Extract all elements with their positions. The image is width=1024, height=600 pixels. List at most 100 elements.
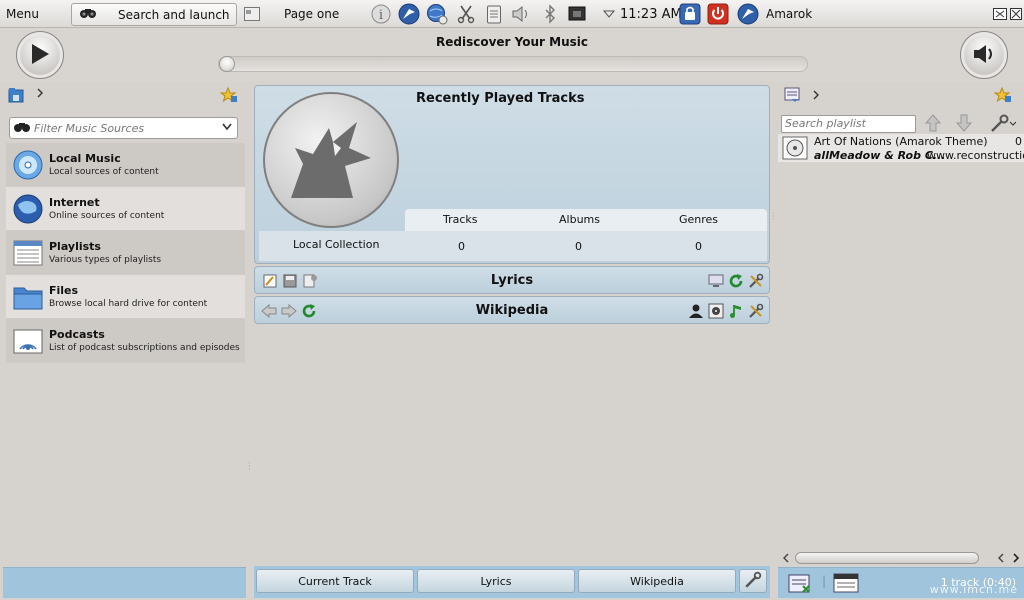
category-internet[interactable]: Internet Online sources of content — [6, 187, 245, 231]
playlist-settings-icon[interactable] — [990, 113, 1017, 136]
right-splitter-handle[interactable]: · · · — [772, 210, 776, 224]
window-menu-icon[interactable] — [1010, 0, 1022, 28]
home-folder-icon[interactable] — [8, 87, 24, 106]
tracks-header: Tracks — [443, 213, 478, 226]
amarok-wolf-logo — [263, 92, 399, 228]
playlist-layout-icon[interactable] — [784, 87, 800, 106]
track-length: 0 — [1015, 135, 1022, 148]
category-description: Online sources of content — [49, 211, 165, 221]
clock[interactable]: 11:23 AM — [620, 0, 682, 28]
seek-slider[interactable] — [218, 56, 808, 72]
album-icon[interactable] — [707, 302, 724, 319]
category-name: Podcasts — [49, 328, 105, 341]
context-tab-bar: Current Track Lyrics Wikipedia — [254, 566, 770, 598]
scroll-left-icon[interactable] — [782, 552, 790, 567]
network-globe-icon[interactable] — [426, 3, 448, 25]
search-launch-button[interactable]: Search and launch — [71, 3, 237, 26]
playlist-save-icon[interactable] — [788, 572, 812, 597]
context-view: Recently Played Tracks Tracks Albums Gen… — [254, 84, 770, 598]
playlist-track-row[interactable]: Art Of Nations (Amarok Theme) 0 allMeado… — [778, 134, 1024, 162]
lyrics-title: Lyrics — [490, 273, 534, 288]
folder-icon — [12, 281, 44, 313]
refresh-icon[interactable] — [727, 272, 744, 289]
category-local-music[interactable]: Local Music Local sources of content — [6, 143, 245, 187]
playlist-pane: Search playlist Art Of Nations (Amarok T… — [778, 84, 1024, 598]
collection-stats-header: Tracks Albums Genres — [405, 209, 767, 231]
category-files[interactable]: Files Browse local hard drive for conten… — [6, 275, 245, 319]
search-launch-label: Search and launch — [118, 7, 230, 22]
browser-breadcrumb — [3, 84, 246, 106]
bookmark-star-icon[interactable] — [993, 86, 1012, 106]
track-title: Art Of Nations (Amarok Theme) — [814, 135, 988, 148]
genres-count: 0 — [695, 240, 702, 253]
tab-current-track[interactable]: Current Track — [256, 569, 414, 593]
lyrics-applet: Lyrics — [254, 266, 770, 294]
category-playlists[interactable]: Playlists Various types of playlists — [6, 231, 245, 275]
binoculars-icon — [80, 7, 96, 22]
category-podcasts[interactable]: Podcasts List of podcast subscriptions a… — [6, 319, 245, 363]
artist-icon[interactable] — [687, 302, 704, 319]
genres-header: Genres — [679, 213, 719, 226]
category-description: Browse local hard drive for content — [49, 299, 208, 309]
track-artist: allMeadow & Rob C... — [814, 149, 946, 162]
local-music-icon — [12, 149, 44, 181]
local-collection-row[interactable]: Local Collection 0 0 0 — [259, 231, 767, 261]
amarok-task-icon[interactable] — [737, 3, 759, 25]
music-note-icon[interactable] — [727, 302, 744, 319]
tab-label: Wikipedia — [630, 574, 684, 588]
active-task-label[interactable]: Amarok — [766, 0, 812, 28]
svg-text:i: i — [379, 8, 383, 23]
left-pane-footer — [3, 567, 246, 598]
search-playlist-input[interactable]: Search playlist — [781, 115, 916, 133]
chevron-right-icon[interactable] — [812, 89, 820, 104]
tab-wikipedia[interactable]: Wikipedia — [578, 569, 736, 593]
category-name: Files — [49, 284, 79, 297]
globe-icon — [12, 193, 44, 225]
tab-config-button[interactable] — [739, 569, 767, 593]
settings-tools-icon[interactable] — [747, 302, 764, 319]
bookmark-star-icon[interactable] — [219, 86, 238, 106]
menu-button[interactable]: Menu — [6, 0, 39, 28]
lock-screen-icon[interactable] — [679, 3, 701, 25]
current-track-applet: Recently Played Tracks Tracks Albums Gen… — [254, 85, 770, 264]
tab-lyrics[interactable]: Lyrics — [417, 569, 575, 593]
playlist-view-icon[interactable] — [833, 572, 859, 597]
network-wired-icon[interactable] — [566, 3, 588, 25]
clipboard-icon[interactable] — [483, 3, 505, 25]
menu-label: Menu — [6, 7, 39, 21]
track-album: www.reconstructio — [927, 149, 1024, 162]
settings-tools-icon[interactable] — [747, 272, 764, 289]
settings-tools-icon — [744, 571, 762, 592]
clock-text: 11:23 AM — [620, 6, 682, 22]
bluetooth-icon[interactable] — [539, 3, 561, 25]
display-icon[interactable] — [707, 272, 724, 289]
scroll-left-icon[interactable] — [997, 552, 1005, 567]
pager-icon[interactable] — [244, 0, 260, 28]
now-playing-title: Rediscover Your Music — [436, 35, 588, 49]
volume-button[interactable] — [960, 31, 1008, 79]
window-close-icon[interactable] — [993, 0, 1007, 28]
seek-handle[interactable] — [219, 56, 235, 72]
left-splitter-handle[interactable]: · · · — [248, 460, 252, 474]
amarok-tray-icon[interactable] — [398, 3, 420, 25]
speaker-icon[interactable] — [510, 3, 532, 25]
info-icon[interactable]: i — [370, 3, 392, 25]
lyrics-right-tools — [707, 272, 764, 289]
scrollbar-thumb[interactable] — [795, 552, 979, 564]
binoculars-icon — [14, 121, 30, 136]
filter-music-sources-input[interactable]: Filter Music Sources — [9, 117, 238, 139]
playlist-horizontal-scrollbar[interactable] — [782, 551, 1022, 565]
search-playlist-placeholder: Search playlist — [785, 117, 866, 130]
scroll-right-icon[interactable] — [1012, 552, 1020, 567]
page-label-text: Page one — [284, 7, 340, 21]
chevron-down-icon[interactable] — [222, 121, 232, 134]
local-collection-label: Local Collection — [293, 238, 380, 251]
power-icon[interactable] — [707, 3, 729, 25]
arrow-down-icon[interactable] — [955, 113, 973, 136]
chevron-right-icon[interactable] — [36, 87, 44, 102]
media-sources-pane: Filter Music Sources Local Music Local s… — [3, 84, 246, 598]
scissors-icon[interactable] — [455, 3, 477, 25]
chevron-down-icon[interactable] — [598, 3, 620, 25]
page-label[interactable]: Page one — [284, 0, 339, 28]
arrow-up-icon[interactable] — [924, 113, 942, 136]
